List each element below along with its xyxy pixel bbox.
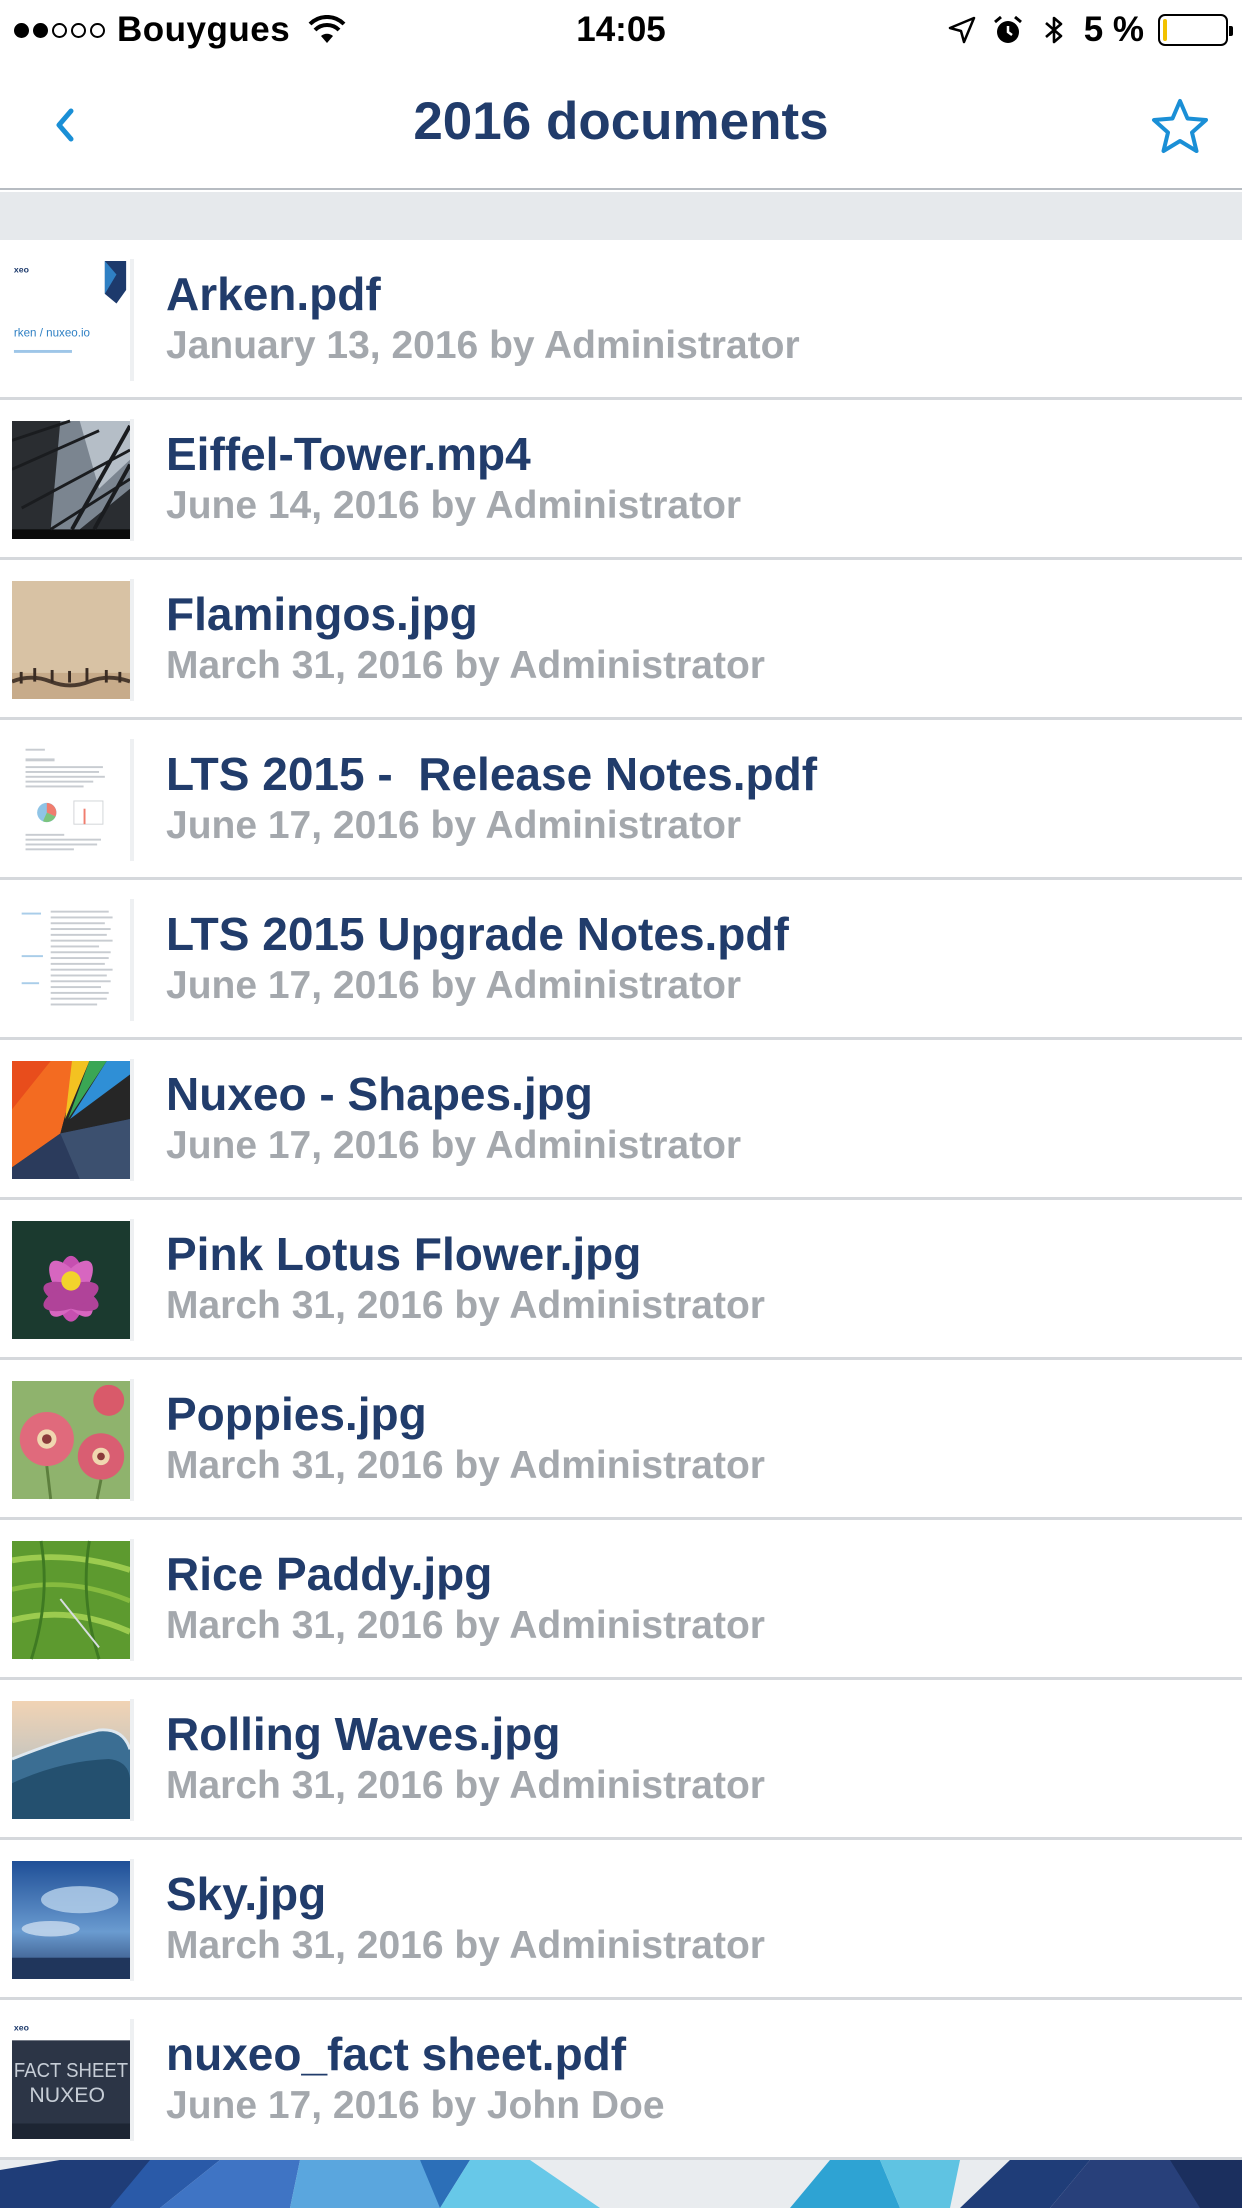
document-meta: January 13, 2016 by Administrator xyxy=(166,324,800,367)
list-header-band xyxy=(0,192,1242,240)
photo-thumbnail xyxy=(12,1699,134,1821)
document-meta: June 14, 2016 by Administrator xyxy=(166,484,742,527)
document-row[interactable]: Pink Lotus Flower.jpg March 31, 2016 by … xyxy=(0,1200,1242,1360)
document-meta: March 31, 2016 by Administrator xyxy=(166,644,765,687)
document-row[interactable]: Rice Paddy.jpg March 31, 2016 by Adminis… xyxy=(0,1520,1242,1680)
photo-thumbnail xyxy=(12,1219,134,1341)
document-row[interactable]: Nuxeo - Shapes.jpg June 17, 2016 by Admi… xyxy=(0,1040,1242,1200)
document-meta: June 17, 2016 by Administrator xyxy=(166,964,742,1007)
document-meta: June 17, 2016 by Administrator xyxy=(166,1124,742,1167)
document-name: Rolling Waves.jpg xyxy=(166,1708,561,1760)
document-name: LTS 2015 - Release Notes.pdf xyxy=(166,748,818,800)
pdf-document-thumbnail xyxy=(12,739,134,861)
battery-icon xyxy=(1158,14,1233,46)
document-name: Arken.pdf xyxy=(166,268,381,320)
location-arrow-icon xyxy=(948,16,975,44)
photo-thumbnail xyxy=(12,1859,134,1981)
document-name: Flamingos.jpg xyxy=(166,588,478,640)
document-meta: June 17, 2016 by John Doe xyxy=(166,2084,665,2127)
svg-text:xeo: xeo xyxy=(14,2023,29,2033)
video-thumbnail xyxy=(12,419,134,541)
document-row[interactable]: Rolling Waves.jpg March 31, 2016 by Admi… xyxy=(0,1680,1242,1840)
thumb-label: FACT SHEET xyxy=(14,2060,128,2082)
document-row[interactable]: xeo rken / nuxeo.io Arken.pdf January 13… xyxy=(0,240,1242,400)
document-name: Eiffel-Tower.mp4 xyxy=(166,428,531,480)
status-right: 5 % xyxy=(946,8,1233,52)
document-meta: March 31, 2016 by Administrator xyxy=(166,1924,765,1967)
pdf-document-thumbnail xyxy=(12,899,134,1021)
pdf-presentation-thumbnail: xeo rken / nuxeo.io xyxy=(12,259,134,381)
document-meta: June 17, 2016 by Administrator xyxy=(166,804,742,847)
navigation-bar: 2016 documents xyxy=(0,60,1242,190)
status-bar: Bouygues 14:05 5 % xyxy=(0,0,1242,60)
document-meta: March 31, 2016 by Administrator xyxy=(166,1444,765,1487)
document-name: Pink Lotus Flower.jpg xyxy=(166,1228,642,1280)
document-name: Rice Paddy.jpg xyxy=(166,1548,493,1600)
page-title: 2016 documents xyxy=(413,92,829,151)
document-name: nuxeo_fact sheet.pdf xyxy=(166,2028,627,2080)
photo-thumbnail xyxy=(12,1059,134,1181)
document-row[interactable]: Sky.jpg March 31, 2016 by Administrator xyxy=(0,1840,1242,2000)
document-name: Nuxeo - Shapes.jpg xyxy=(166,1068,593,1120)
decorative-footer-band xyxy=(0,2160,1242,2208)
photo-thumbnail xyxy=(12,1539,134,1661)
document-meta: March 31, 2016 by Administrator xyxy=(166,1764,765,1807)
document-row[interactable]: xeo FACT SHEET NUXEO nuxeo_fact sheet.pd… xyxy=(0,2000,1242,2160)
document-row[interactable]: Poppies.jpg March 31, 2016 by Administra… xyxy=(0,1360,1242,1520)
photo-thumbnail xyxy=(12,579,134,701)
document-row[interactable]: LTS 2015 Upgrade Notes.pdf June 17, 2016… xyxy=(0,880,1242,1040)
document-name: Sky.jpg xyxy=(166,1868,327,1920)
svg-text:xeo: xeo xyxy=(14,265,29,275)
document-name: Poppies.jpg xyxy=(166,1388,427,1440)
alarm-icon xyxy=(993,15,1022,43)
battery-level-fill xyxy=(1163,19,1167,41)
favorite-button[interactable] xyxy=(1148,96,1212,156)
document-meta: March 31, 2016 by Administrator xyxy=(166,1604,765,1647)
thumb-label: rken / nuxeo.io xyxy=(14,326,90,339)
document-row[interactable]: Eiffel-Tower.mp4 June 14, 2016 by Admini… xyxy=(0,400,1242,560)
document-name: LTS 2015 Upgrade Notes.pdf xyxy=(166,908,789,960)
star-outline-icon xyxy=(1152,99,1208,153)
pdf-presentation-thumbnail: xeo FACT SHEET NUXEO xyxy=(12,2019,134,2141)
document-meta: March 31, 2016 by Administrator xyxy=(166,1284,765,1327)
document-row[interactable]: Flamingos.jpg March 31, 2016 by Administ… xyxy=(0,560,1242,720)
svg-text:NUXEO: NUXEO xyxy=(29,2083,105,2107)
battery-percent: 5 % xyxy=(1083,10,1144,49)
document-row[interactable]: LTS 2015 - Release Notes.pdf June 17, 20… xyxy=(0,720,1242,880)
bluetooth-icon xyxy=(1044,16,1062,44)
photo-thumbnail xyxy=(12,1379,134,1501)
document-list: xeo rken / nuxeo.io Arken.pdf January 13… xyxy=(0,240,1242,2160)
